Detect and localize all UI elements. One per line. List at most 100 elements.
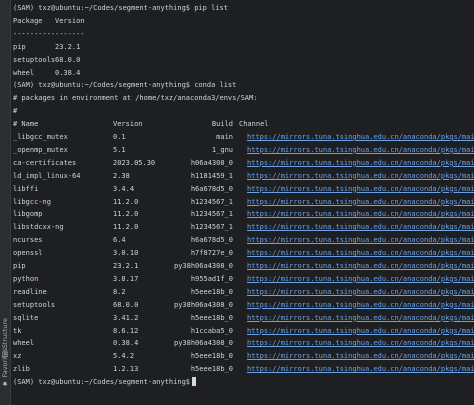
conda-channel-link[interactable]: https://mirrors.tuna.tsinghua.edu.cn/ana… xyxy=(247,196,474,208)
conda-channel-link[interactable]: https://mirrors.tuna.tsinghua.edu.cn/ana… xyxy=(247,208,474,220)
conda-table-row: readline 8.2 h5eee18b_0 https://mirrors.tun… xyxy=(13,286,474,298)
conda-package-name: ca-certificates xyxy=(13,158,77,167)
conda-table-row: libgomp 11.2.0 h1234567_1 https://mirrors.t… xyxy=(13,208,474,220)
favorites-tab-label: Favorites xyxy=(1,348,9,378)
conda-package-name: libffi xyxy=(13,184,39,193)
pip-separator-row: ---------- ------- xyxy=(13,28,470,40)
conda-package-version: 8.6.12 xyxy=(113,326,139,335)
current-prompt: (SAM) txz@ubuntu:~/Codes/segment-anythin… xyxy=(13,378,191,387)
conda-channel-link[interactable]: https://mirrors.tuna.tsinghua.edu.cn/ana… xyxy=(247,247,474,259)
conda-package-build: py38h06a4308_0 xyxy=(173,262,233,270)
conda-channel-link[interactable]: https://mirrors.tuna.tsinghua.edu.cn/ana… xyxy=(247,170,474,182)
conda-channel-link[interactable]: https://mirrors.tuna.tsinghua.edu.cn/ana… xyxy=(247,234,474,246)
conda-header-build: Build xyxy=(211,120,233,129)
pip-separator-package: ---------- xyxy=(13,29,56,38)
conda-package-version: 11.2.0 xyxy=(113,223,139,232)
conda-package-build: h7f8727e_0 xyxy=(190,249,233,258)
conda-table-row: sqlite 3.41.2 h5eee18b_0 https://mirrors.tu… xyxy=(13,312,474,324)
conda-package-build: main xyxy=(216,133,233,141)
conda-header-version: Version xyxy=(113,120,143,129)
conda-channel-link[interactable]: https://mirrors.tuna.tsinghua.edu.cn/ana… xyxy=(247,350,474,362)
conda-package-version: 2.38 xyxy=(113,171,130,180)
conda-header-channel: Channel xyxy=(239,120,269,129)
conda-package-version: 68.0.0 xyxy=(113,300,139,309)
prompt-line: (SAM) txz@ubuntu:~/Codes/segment-anythin… xyxy=(13,376,470,388)
conda-channel-link[interactable]: https://mirrors.tuna.tsinghua.edu.cn/ana… xyxy=(247,131,474,143)
conda-package-name: setuptools xyxy=(13,300,56,309)
command-conda-list: (SAM) txz@ubuntu:~/Codes/segment-anythin… xyxy=(13,81,237,90)
conda-table-row: pip 23.2.1 py38h06a4308_0 https://mirrors.t… xyxy=(13,260,474,272)
conda-channel-link[interactable]: https://mirrors.tuna.tsinghua.edu.cn/ana… xyxy=(247,221,474,233)
conda-package-version: 8.2 xyxy=(113,287,126,296)
conda-package-name: libstdcxx-ng xyxy=(13,223,64,232)
favorites-tab[interactable]: ★ Favorites xyxy=(1,348,9,387)
conda-package-version: 0.1 xyxy=(113,133,126,141)
conda-package-version: 3.0.10 xyxy=(113,249,139,258)
conda-package-build: 1_gnu xyxy=(211,145,233,154)
conda-channel-link[interactable]: https://mirrors.tuna.tsinghua.edu.cn/ana… xyxy=(247,273,474,285)
conda-package-version: 3.8.17 xyxy=(113,274,139,283)
conda-package-version: 6.4 xyxy=(113,236,126,245)
conda-package-name: libgomp xyxy=(13,210,43,219)
star-icon: ★ xyxy=(1,379,9,388)
conda-package-build: h6a678d5_0 xyxy=(190,184,233,193)
conda-package-build: h06a4308_0 xyxy=(190,158,233,167)
tool-window-sidebar: ◫ Structure ★ Favorites xyxy=(0,0,11,405)
conda-channel-link[interactable]: https://mirrors.tuna.tsinghua.edu.cn/ana… xyxy=(247,299,474,311)
conda-package-build: h1234567_1 xyxy=(190,210,233,219)
pip-package-version: 68.0.0 xyxy=(55,55,81,64)
conda-hash: # xyxy=(13,107,18,116)
conda-table-row: libffi 3.4.4 h6a678d5_0 https://mirrors.tun… xyxy=(13,183,474,195)
text-cursor xyxy=(192,377,196,387)
pip-package-name: pip xyxy=(13,42,26,51)
pip-package-version: 0.38.4 xyxy=(55,68,81,77)
conda-package-version: 2023.05.30 xyxy=(113,158,156,167)
conda-channel-link[interactable]: https://mirrors.tuna.tsinghua.edu.cn/ana… xyxy=(247,260,474,272)
conda-env-path: # packages in environment at /home/txz/a… xyxy=(13,94,258,103)
conda-package-name: _openmp_mutex xyxy=(13,145,68,154)
conda-package-build: py38h06a4308_0 xyxy=(173,300,233,309)
conda-package-version: 11.2.0 xyxy=(113,210,139,219)
conda-table-row: ca-certificates 2023.05.30 h06a4308_0 https… xyxy=(13,157,474,169)
conda-table-row: python 3.8.17 h955ad1f_0 https://mirrors.tu… xyxy=(13,273,474,285)
conda-package-build: h1234567_1 xyxy=(190,223,233,232)
conda-package-name: sqlite xyxy=(13,313,39,322)
pip-header-version: Version xyxy=(55,16,85,25)
conda-channel-link[interactable]: https://mirrors.tuna.tsinghua.edu.cn/ana… xyxy=(247,312,474,324)
terminal-output[interactable]: (SAM) txz@ubuntu:~/Codes/segment-anythin… xyxy=(13,2,474,405)
conda-package-build: h1234567_1 xyxy=(190,197,233,206)
conda-hash-comment: # xyxy=(13,105,470,117)
conda-channel-link[interactable]: https://mirrors.tuna.tsinghua.edu.cn/ana… xyxy=(247,337,474,349)
conda-channel-link[interactable]: https://mirrors.tuna.tsinghua.edu.cn/ana… xyxy=(247,144,474,156)
conda-channel-link[interactable]: https://mirrors.tuna.tsinghua.edu.cn/ana… xyxy=(247,157,474,169)
conda-package-name: python xyxy=(13,274,39,283)
conda-table-row: openssl 3.0.10 h7f8727e_0 https://mirrors.t… xyxy=(13,247,474,259)
conda-table-row: wheel 0.38.4 py38h06a4308_0 https://mirrors… xyxy=(13,337,474,349)
conda-package-name: xz xyxy=(13,352,22,361)
conda-package-build: h5eee18b_0 xyxy=(190,287,233,296)
conda-channel-link[interactable]: https://mirrors.tuna.tsinghua.edu.cn/ana… xyxy=(247,286,474,298)
conda-package-name: pip xyxy=(13,262,26,270)
pip-separator-version: ------- xyxy=(55,29,85,38)
pip-package-name: wheel xyxy=(13,68,35,77)
conda-table-row: ld_impl_linux-64 2.38 h1181459_1 https://mi… xyxy=(13,170,474,182)
conda-package-build: h6a678d5_0 xyxy=(190,236,233,245)
structure-tab-label: Structure xyxy=(1,318,9,349)
pip-header-package: Package xyxy=(13,16,43,25)
conda-package-version: 23.2.1 xyxy=(113,262,139,270)
conda-package-build: h5eee18b_0 xyxy=(190,352,233,361)
conda-channel-link[interactable]: https://mirrors.tuna.tsinghua.edu.cn/ana… xyxy=(247,325,474,337)
conda-package-name: openssl xyxy=(13,249,43,258)
conda-package-version: 0.38.4 xyxy=(113,339,139,348)
pip-package-name: setuptools xyxy=(13,55,56,64)
conda-package-version: 3.41.2 xyxy=(113,313,139,322)
conda-channel-link[interactable]: https://mirrors.tuna.tsinghua.edu.cn/ana… xyxy=(247,183,474,195)
conda-package-name: wheel xyxy=(13,339,35,348)
conda-package-build: h5eee18b_0 xyxy=(190,365,233,374)
conda-package-name: libgcc-ng xyxy=(13,197,51,206)
conda-package-version: 5.1 xyxy=(113,145,126,154)
conda-package-name: ld_impl_linux-64 xyxy=(13,171,81,180)
conda-env-comment: # packages in environment at /home/txz/a… xyxy=(13,92,470,104)
pip-package-version: 23.2.1 xyxy=(55,42,81,51)
conda-channel-link[interactable]: https://mirrors.tuna.tsinghua.edu.cn/ana… xyxy=(247,363,474,375)
